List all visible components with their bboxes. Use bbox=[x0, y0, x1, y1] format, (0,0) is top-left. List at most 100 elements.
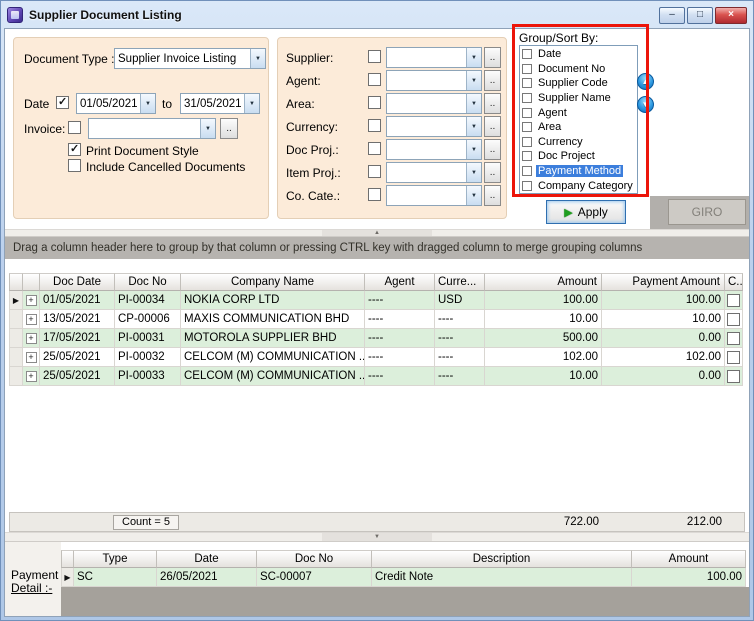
amount-header[interactable]: Amount bbox=[632, 550, 746, 568]
chevron-down-icon[interactable]: ▼ bbox=[200, 119, 215, 138]
company-name-header[interactable]: Company Name bbox=[181, 273, 365, 291]
chevron-down-icon[interactable]: ▼ bbox=[466, 48, 481, 67]
include-cancelled-checkbox[interactable] bbox=[68, 159, 81, 172]
agent-select[interactable]: ▼ bbox=[386, 70, 482, 91]
co-cate-browse-button[interactable]: .. bbox=[484, 185, 501, 206]
checkbox[interactable] bbox=[522, 151, 532, 161]
chevron-down-icon[interactable]: ▼ bbox=[244, 94, 259, 113]
minimize-button[interactable]: – bbox=[659, 7, 685, 24]
table-row[interactable]: + 17/05/2021 PI-00031 MOTOROLA SUPPLIER … bbox=[9, 329, 745, 348]
checkbox[interactable] bbox=[522, 122, 532, 132]
co-cate-checkbox[interactable] bbox=[368, 188, 381, 201]
print-style-checkbox[interactable] bbox=[68, 143, 81, 156]
supplier-select[interactable]: ▼ bbox=[386, 47, 482, 68]
group-by-drop-zone[interactable]: Drag a column header here to group by th… bbox=[5, 237, 749, 259]
maximize-button[interactable]: □ bbox=[687, 7, 713, 24]
chevron-down-icon[interactable]: ▼ bbox=[466, 163, 481, 182]
expand-button[interactable]: + bbox=[23, 310, 40, 329]
row-checkbox[interactable] bbox=[727, 332, 740, 345]
expand-button[interactable]: + bbox=[23, 329, 40, 348]
doc-no-header[interactable]: Doc No bbox=[257, 550, 372, 568]
area-select[interactable]: ▼ bbox=[386, 93, 482, 114]
amount-header[interactable]: Amount bbox=[485, 273, 602, 291]
close-button[interactable]: × bbox=[715, 7, 747, 24]
currency-select[interactable]: ▼ bbox=[386, 116, 482, 137]
area-checkbox[interactable] bbox=[368, 96, 381, 109]
chevron-down-icon[interactable]: ▼ bbox=[466, 186, 481, 205]
chevron-down-icon[interactable]: ▼ bbox=[250, 49, 265, 68]
move-down-button[interactable]: ▼ bbox=[637, 96, 654, 113]
table-row[interactable]: + 25/05/2021 PI-00033 CELCOM (M) COMMUNI… bbox=[9, 367, 745, 386]
checkbox[interactable] bbox=[522, 166, 532, 176]
item-proj-browse-button[interactable]: .. bbox=[484, 162, 501, 183]
invoice-checkbox[interactable] bbox=[68, 121, 81, 134]
collapse-up-icon[interactable]: ▲ bbox=[322, 230, 432, 236]
table-row[interactable]: + 13/05/2021 CP-00006 MAXIS COMMUNICATIO… bbox=[9, 310, 745, 329]
row-checkbox[interactable] bbox=[727, 370, 740, 383]
chevron-down-icon[interactable]: ▼ bbox=[466, 117, 481, 136]
group-sort-option-currency[interactable]: Currency bbox=[520, 135, 637, 150]
co-cate-select[interactable]: ▼ bbox=[386, 185, 482, 206]
currency-browse-button[interactable]: .. bbox=[484, 116, 501, 137]
agent-checkbox[interactable] bbox=[368, 73, 381, 86]
payment-row[interactable]: ▶ SC 26/05/2021 SC-00007 Credit Note 100… bbox=[61, 568, 749, 587]
doc-proj-checkbox[interactable] bbox=[368, 142, 381, 155]
invoice-browse-button[interactable]: .. bbox=[220, 118, 238, 139]
expand-button[interactable]: + bbox=[23, 367, 40, 386]
doc-proj-browse-button[interactable]: .. bbox=[484, 139, 501, 160]
chevron-down-icon[interactable]: ▼ bbox=[466, 94, 481, 113]
group-sort-option-area[interactable]: Area bbox=[520, 120, 637, 135]
checkbox[interactable] bbox=[522, 64, 532, 74]
checkbox[interactable] bbox=[522, 93, 532, 103]
currency-checkbox[interactable] bbox=[368, 119, 381, 132]
check-header[interactable]: C... bbox=[725, 273, 743, 291]
chevron-down-icon[interactable]: ▼ bbox=[466, 71, 481, 90]
item-proj-select[interactable]: ▼ bbox=[386, 162, 482, 183]
group-sort-option-payment-method[interactable]: Payment Method bbox=[520, 164, 637, 179]
type-header[interactable]: Type bbox=[74, 550, 157, 568]
date-from-field[interactable]: 01/05/2021 ▼ bbox=[76, 93, 156, 114]
apply-button[interactable]: ▶ Apply bbox=[546, 200, 626, 224]
bottom-splitter[interactable]: ▼ bbox=[5, 532, 749, 542]
giro-button[interactable]: GIRO bbox=[668, 199, 746, 225]
row-checkbox[interactable] bbox=[727, 294, 740, 307]
agent-header[interactable]: Agent bbox=[365, 273, 435, 291]
area-browse-button[interactable]: .. bbox=[484, 93, 501, 114]
top-splitter[interactable]: ▲ bbox=[5, 229, 749, 237]
expand-button[interactable]: + bbox=[23, 348, 40, 367]
group-sort-option-date[interactable]: Date bbox=[520, 47, 637, 62]
table-row[interactable]: + 25/05/2021 PI-00032 CELCOM (M) COMMUNI… bbox=[9, 348, 745, 367]
date-header[interactable]: Date bbox=[157, 550, 257, 568]
checkbox[interactable] bbox=[522, 137, 532, 147]
group-sort-option-supplier-name[interactable]: Supplier Name bbox=[520, 91, 637, 106]
group-sort-option-supplier-code[interactable]: Supplier Code bbox=[520, 76, 637, 91]
checkbox[interactable] bbox=[522, 181, 532, 191]
payment-amount-header[interactable]: Payment Amount bbox=[602, 273, 725, 291]
group-sort-option-agent[interactable]: Agent bbox=[520, 105, 637, 120]
date-checkbox[interactable] bbox=[56, 96, 69, 109]
row-checkbox[interactable] bbox=[727, 313, 740, 326]
currency-header[interactable]: Curre... bbox=[435, 273, 485, 291]
checkbox[interactable] bbox=[522, 49, 532, 59]
agent-browse-button[interactable]: .. bbox=[484, 70, 501, 91]
document-type-select[interactable]: Supplier Invoice Listing ▼ bbox=[114, 48, 266, 69]
description-header[interactable]: Description bbox=[372, 550, 632, 568]
date-to-field[interactable]: 31/05/2021 ▼ bbox=[180, 93, 260, 114]
item-proj-checkbox[interactable] bbox=[368, 165, 381, 178]
checkbox[interactable] bbox=[522, 108, 532, 118]
chevron-down-icon[interactable]: ▼ bbox=[140, 94, 155, 113]
collapse-down-icon[interactable]: ▼ bbox=[322, 533, 432, 541]
expand-button[interactable]: + bbox=[23, 291, 40, 310]
table-row[interactable]: ▶ + 01/05/2021 PI-00034 NOKIA CORP LTD -… bbox=[9, 291, 745, 310]
group-sort-option-doc-project[interactable]: Doc Project bbox=[520, 149, 637, 164]
checkbox[interactable] bbox=[522, 78, 532, 88]
doc-no-header[interactable]: Doc No bbox=[115, 273, 181, 291]
supplier-browse-button[interactable]: .. bbox=[484, 47, 501, 68]
doc-date-header[interactable]: Doc Date bbox=[40, 273, 115, 291]
doc-proj-select[interactable]: ▼ bbox=[386, 139, 482, 160]
invoice-select[interactable]: ▼ bbox=[88, 118, 216, 139]
move-up-button[interactable]: ▲ bbox=[637, 73, 654, 90]
chevron-down-icon[interactable]: ▼ bbox=[466, 140, 481, 159]
group-sort-option-company-category[interactable]: Company Category bbox=[520, 178, 637, 193]
row-checkbox[interactable] bbox=[727, 351, 740, 364]
